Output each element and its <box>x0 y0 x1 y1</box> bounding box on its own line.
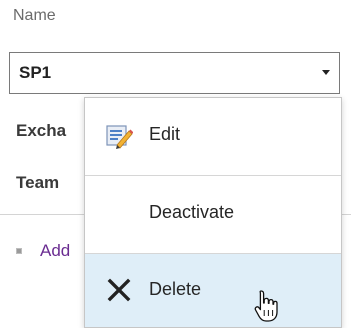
menu-item-deactivate-label: Deactivate <box>149 202 235 222</box>
delete-icon <box>107 278 131 302</box>
team-label: Team <box>16 173 60 192</box>
bullet-icon <box>16 248 22 254</box>
form-page: Name SP1 Excha Team Add Edit Deactivate <box>0 0 351 328</box>
menu-item-edit[interactable]: Edit <box>85 98 341 175</box>
hand-pointer-icon <box>254 290 278 322</box>
menu-item-delete-label: Delete <box>149 279 202 299</box>
chevron-down-icon[interactable] <box>322 70 330 75</box>
context-menu: Edit Deactivate Delete <box>84 97 342 328</box>
menu-item-deactivate[interactable]: Deactivate <box>85 176 341 253</box>
name-select[interactable]: SP1 <box>9 52 340 94</box>
menu-item-delete[interactable]: Delete <box>85 254 341 327</box>
exchange-label: Excha <box>16 121 67 140</box>
name-select-value: SP1 <box>19 63 52 82</box>
edit-icon <box>106 125 133 149</box>
name-label: Name <box>13 7 56 24</box>
menu-item-edit-label: Edit <box>149 124 181 144</box>
add-link[interactable]: Add <box>40 241 70 261</box>
